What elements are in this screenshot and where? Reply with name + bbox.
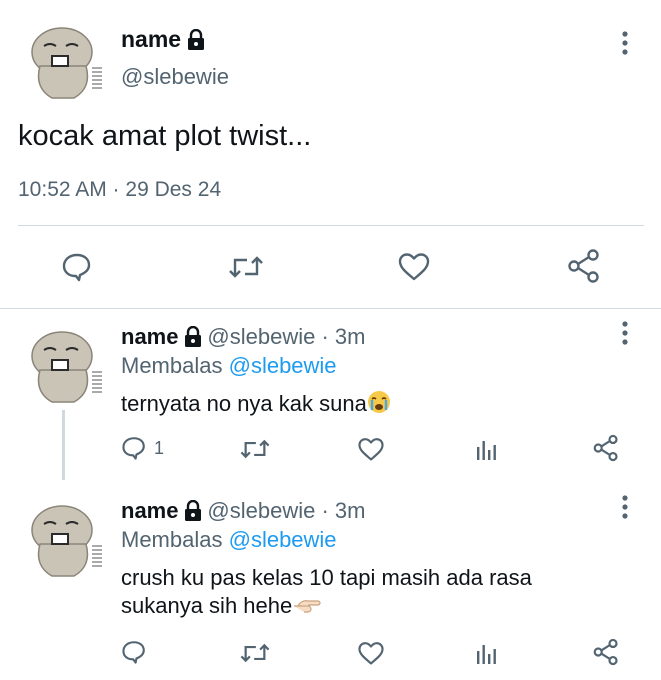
analytics-icon bbox=[477, 645, 496, 664]
like-icon bbox=[398, 253, 430, 281]
reply-text-line: crush ku pas kelas 10 tapi masih ada ras… bbox=[121, 565, 532, 590]
reply-button[interactable] bbox=[121, 638, 147, 666]
reply-count: 1 bbox=[154, 438, 165, 458]
share-button[interactable] bbox=[592, 434, 620, 462]
display-name[interactable]: name bbox=[121, 324, 178, 349]
lock-icon bbox=[186, 29, 206, 56]
reply-icon bbox=[122, 437, 145, 460]
like-button[interactable] bbox=[356, 640, 386, 666]
lock-icon bbox=[183, 500, 203, 527]
share-button[interactable] bbox=[592, 638, 620, 666]
retweet-icon bbox=[240, 439, 270, 459]
thread-line bbox=[62, 410, 65, 480]
tweet-text: kocak amat plot twist... bbox=[18, 120, 312, 152]
like-button[interactable] bbox=[356, 436, 386, 462]
retweet-button[interactable] bbox=[226, 250, 266, 284]
retweet-icon bbox=[229, 256, 263, 278]
more-options-button[interactable] bbox=[618, 494, 632, 520]
handle[interactable]: @slebewie bbox=[121, 64, 229, 90]
like-icon bbox=[358, 437, 384, 460]
reply-text-line: sukanya sih hehe bbox=[121, 593, 293, 618]
reply-button[interactable] bbox=[60, 250, 94, 284]
like-icon bbox=[358, 641, 384, 664]
share-icon bbox=[568, 249, 599, 283]
display-name[interactable]: name bbox=[121, 498, 178, 523]
replying-to-label: Membalas bbox=[121, 353, 223, 378]
avatar[interactable] bbox=[22, 322, 106, 406]
reply-text: ternyata no nya kak suna bbox=[121, 391, 367, 416]
analytics-icon bbox=[477, 441, 496, 460]
reply-icon bbox=[122, 641, 145, 664]
retweet-button[interactable] bbox=[238, 640, 272, 666]
share-button[interactable] bbox=[566, 248, 602, 284]
reply-button[interactable] bbox=[121, 434, 147, 462]
more-options-button[interactable] bbox=[618, 320, 632, 346]
avatar[interactable] bbox=[22, 18, 106, 102]
replying-to-label: Membalas bbox=[121, 527, 223, 552]
more-options-button[interactable] bbox=[618, 30, 632, 56]
divider bbox=[0, 308, 661, 309]
replying-to-link[interactable]: @slebewie bbox=[229, 527, 337, 552]
reply-icon bbox=[62, 253, 91, 282]
retweet-button[interactable] bbox=[238, 436, 272, 462]
replying-to-link[interactable]: @slebewie bbox=[229, 353, 337, 378]
tweet-timestamp[interactable]: 10:52 AM · 29 Des 24 bbox=[18, 178, 221, 202]
divider bbox=[18, 225, 644, 226]
analytics-button[interactable] bbox=[474, 640, 500, 666]
display-name[interactable]: name bbox=[121, 26, 181, 52]
handle-and-time[interactable]: @slebewie · 3m bbox=[207, 498, 365, 523]
retweet-icon bbox=[240, 643, 270, 663]
handle-and-time[interactable]: @slebewie · 3m bbox=[207, 324, 365, 349]
share-icon bbox=[593, 638, 618, 666]
pointing-hand-emoji bbox=[292, 594, 322, 623]
crying-face-emoji bbox=[367, 390, 391, 421]
like-button[interactable] bbox=[396, 250, 432, 284]
analytics-button[interactable] bbox=[474, 436, 500, 462]
avatar[interactable] bbox=[22, 496, 106, 580]
lock-icon bbox=[183, 326, 203, 353]
share-icon bbox=[593, 434, 618, 462]
